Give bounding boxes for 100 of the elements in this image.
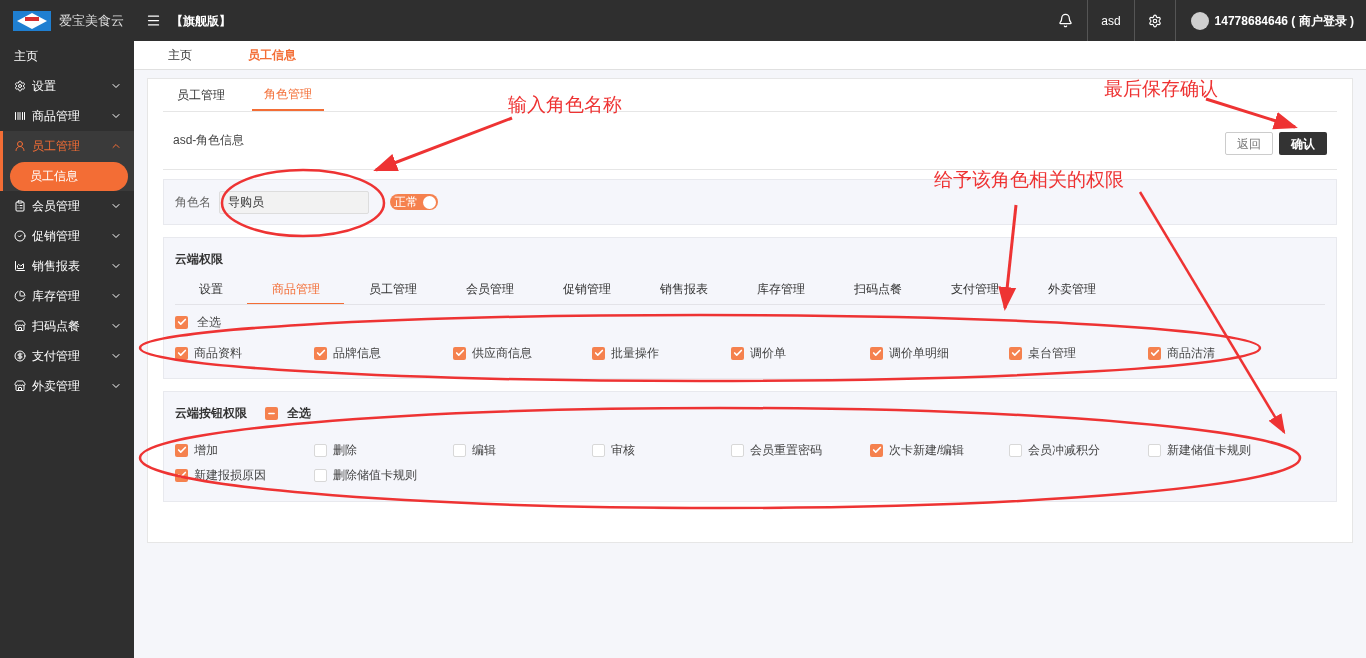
annotation-text: 输入角色名称	[508, 92, 622, 117]
checkbox[interactable]	[453, 443, 466, 457]
edition-label: 【旗舰版】	[171, 12, 231, 30]
checkbox[interactable]	[731, 443, 744, 457]
checkbox[interactable]	[592, 346, 605, 360]
permission-label: 删除	[333, 442, 357, 459]
checkbox[interactable]	[1009, 346, 1022, 360]
permission-tab[interactable]: 员工管理	[344, 274, 441, 304]
barcode-icon	[14, 110, 26, 122]
annotation-text: 给予该角色相关的权限	[934, 167, 1124, 192]
back-button[interactable]: 返回	[1225, 132, 1273, 155]
permission-label: 增加	[194, 442, 218, 459]
permission-tab[interactable]: 设置	[175, 274, 247, 304]
select-all-label: 全选	[287, 405, 311, 422]
page-tab[interactable]: 主页	[134, 41, 226, 69]
sidebar-item[interactable]: 扫码点餐	[0, 311, 134, 341]
sidebar-item[interactable]: 销售报表	[0, 251, 134, 281]
permission-label: 审核	[611, 442, 635, 459]
check-icon	[454, 348, 465, 358]
permission-label: 新建报损原因	[194, 467, 266, 484]
checkbox[interactable]	[731, 346, 744, 360]
account-name[interactable]: 14778684646 ( 商户登录 )	[1214, 11, 1354, 30]
checkbox[interactable]	[1009, 443, 1022, 457]
permission-label: 次卡新建/编辑	[889, 442, 965, 459]
select-all-label: 全选	[197, 314, 221, 331]
check-icon	[176, 445, 187, 455]
check-icon	[176, 317, 187, 327]
permission-label: 调价单明细	[889, 345, 949, 362]
checkbox[interactable]	[1148, 346, 1161, 360]
tab[interactable]: 员工管理	[165, 79, 237, 111]
sidebar-item[interactable]: 会员管理	[0, 191, 134, 221]
sidebar-item[interactable]: 库存管理	[0, 281, 134, 311]
sidebar-item[interactable]: 外卖管理	[0, 371, 134, 401]
permission-label: 删除储值卡规则	[333, 467, 417, 484]
checkbox[interactable]	[175, 346, 188, 360]
check-icon	[315, 348, 326, 358]
check-icon	[1149, 348, 1160, 358]
checkbox[interactable]	[175, 443, 188, 457]
panel-title: 云端按钮权限	[175, 405, 247, 422]
check-icon	[593, 348, 604, 358]
avatar[interactable]	[1190, 11, 1209, 30]
permission-label: 调价单	[750, 345, 786, 362]
check-icon	[871, 348, 882, 358]
checkbox[interactable]	[453, 346, 466, 360]
permission-tab[interactable]: 支付管理	[926, 274, 1023, 304]
check-icon	[1010, 348, 1021, 358]
check-icon	[176, 348, 187, 358]
sidebar-item[interactable]: 主页	[0, 41, 134, 71]
permission-label: 会员冲减积分	[1028, 442, 1100, 459]
checkbox[interactable]	[314, 443, 327, 457]
permission-tab[interactable]: 外卖管理	[1023, 274, 1120, 304]
check-icon	[732, 348, 743, 358]
gear-icon	[14, 80, 26, 92]
permission-label: 供应商信息	[472, 345, 532, 362]
annotation-text: 最后保存确认	[1104, 76, 1218, 101]
checkbox[interactable]	[592, 443, 605, 457]
permission-label: 品牌信息	[333, 345, 381, 362]
store-icon	[14, 380, 26, 392]
permission-label: 商品沽清	[1167, 345, 1215, 362]
sidebar-item[interactable]: 设置	[0, 71, 134, 101]
coin-icon	[14, 350, 26, 362]
permission-tab[interactable]: 促销管理	[538, 274, 635, 304]
field-label: 角色名	[175, 194, 211, 211]
sidebar-item[interactable]: 员工管理	[3, 131, 134, 161]
permission-label: 会员重置密码	[750, 442, 822, 459]
checkbox[interactable]	[314, 346, 327, 360]
panel-title: 云端权限	[175, 251, 224, 268]
permission-label: 桌台管理	[1028, 345, 1076, 362]
settings-icon[interactable]	[1147, 13, 1162, 28]
bell-icon[interactable]	[1058, 13, 1074, 28]
checkbox[interactable]	[1148, 443, 1161, 457]
person-icon	[14, 140, 26, 152]
store-icon	[14, 320, 26, 332]
sidebar-item[interactable]: 商品管理	[0, 101, 134, 131]
chart-icon	[14, 260, 26, 272]
permission-tab[interactable]: 销售报表	[635, 274, 732, 304]
pie-chart-icon	[14, 290, 26, 302]
permission-label: 商品资料	[194, 345, 242, 362]
permission-tab[interactable]: 扫码点餐	[829, 274, 926, 304]
permission-label: 新建储值卡规则	[1167, 442, 1251, 459]
logo-icon	[13, 10, 51, 31]
section-title: asd-角色信息	[173, 131, 246, 149]
check-icon	[871, 445, 882, 455]
check-circle-icon	[14, 230, 26, 242]
checkbox[interactable]	[870, 346, 883, 360]
checkbox[interactable]	[175, 315, 188, 329]
permission-tab[interactable]: 库存管理	[732, 274, 829, 304]
menu-icon[interactable]	[146, 13, 161, 28]
sidebar-item[interactable]: 支付管理	[0, 341, 134, 371]
clipboard-icon	[14, 200, 26, 212]
brand-name: 爱宝美食云	[59, 11, 124, 30]
checkbox[interactable]	[870, 443, 883, 457]
confirm-button[interactable]: 确认	[1279, 132, 1327, 155]
checkbox[interactable]	[314, 468, 327, 482]
permission-label: 编辑	[472, 442, 496, 459]
checkbox[interactable]	[265, 406, 278, 420]
sidebar-item[interactable]: 促销管理	[0, 221, 134, 251]
permission-tab[interactable]: 会员管理	[441, 274, 538, 304]
permission-label: 批量操作	[611, 345, 659, 362]
role-name-field[interactable]: 导购员	[219, 190, 369, 214]
